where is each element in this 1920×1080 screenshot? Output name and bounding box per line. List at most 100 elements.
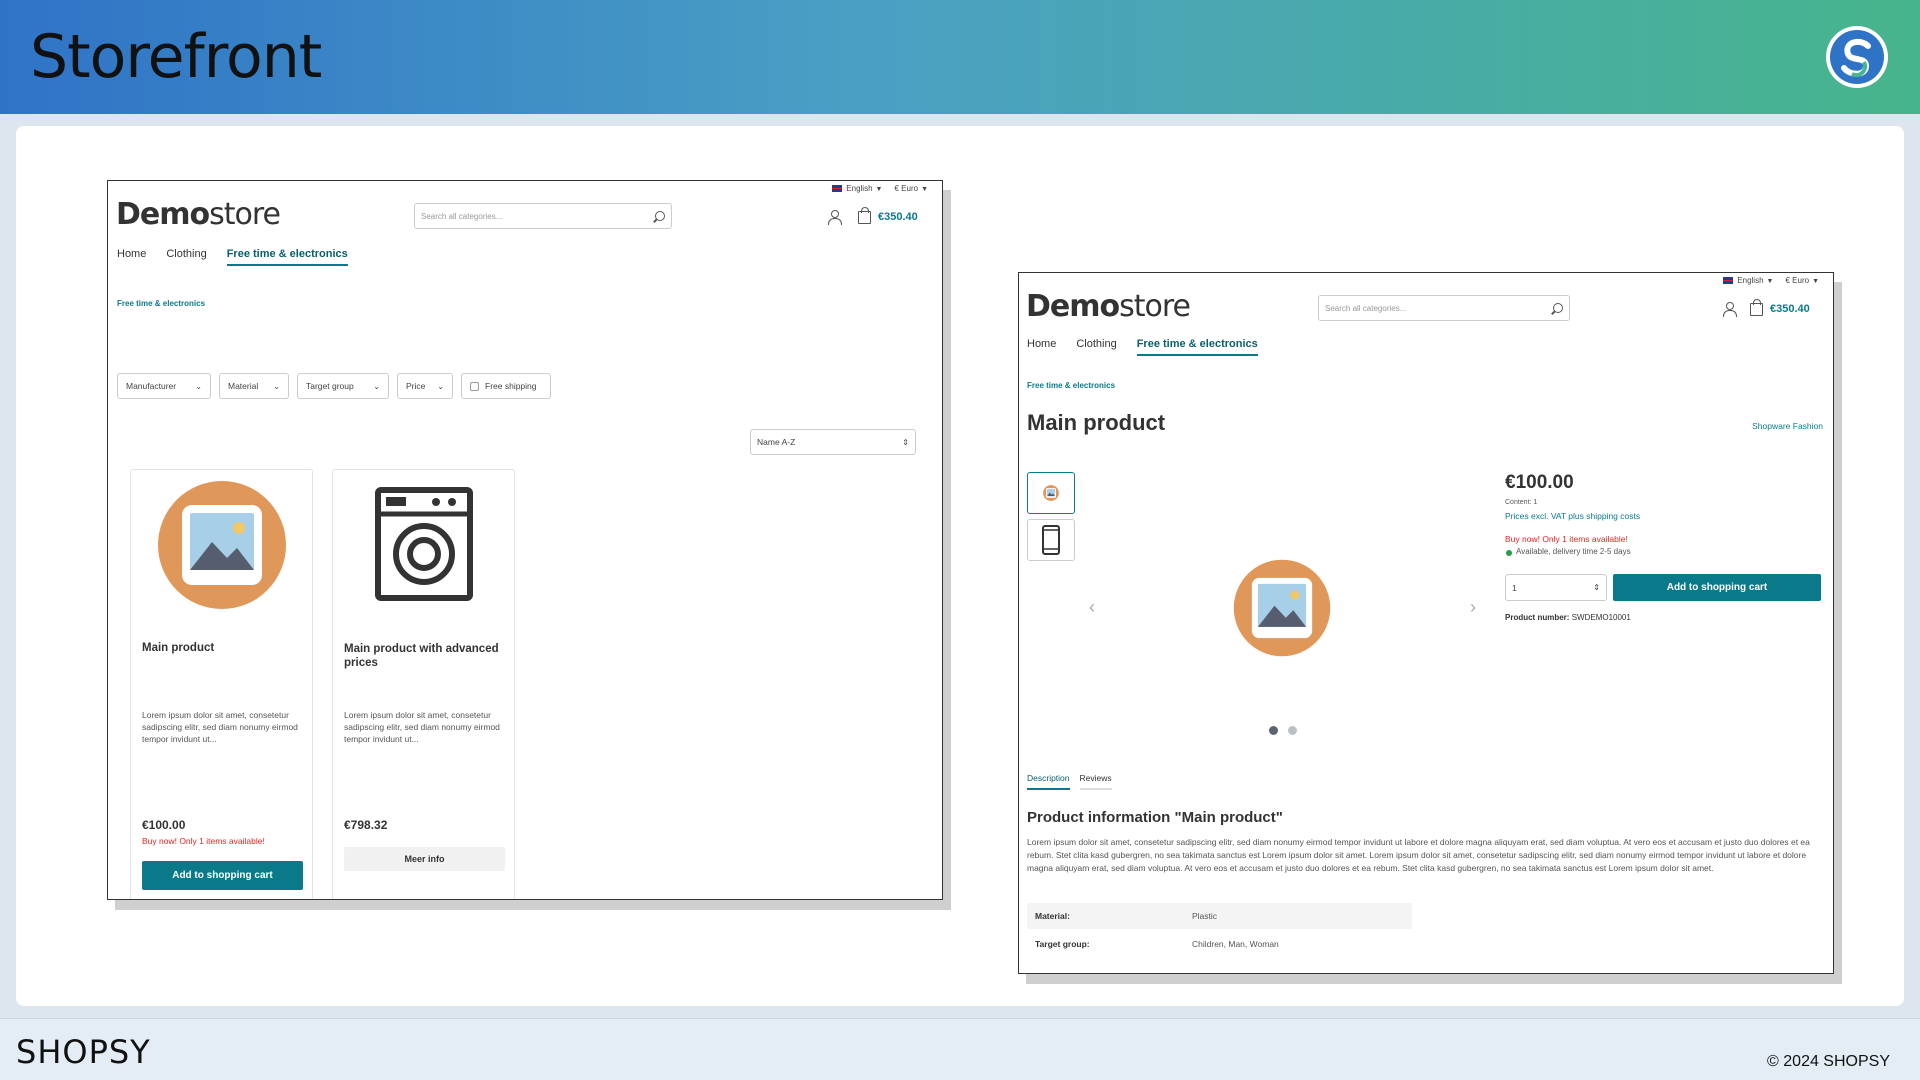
carousel-dot[interactable] <box>1288 726 1297 735</box>
cart-icon[interactable] <box>1750 299 1763 316</box>
language-select[interactable]: English ▼ <box>1723 276 1773 285</box>
free-shipping-checkbox[interactable] <box>470 381 479 391</box>
product-price: €798.32 <box>344 818 388 832</box>
product-description: Lorem ipsum dolor sit amet, consetetur s… <box>344 710 500 744</box>
gallery-thumb[interactable] <box>1027 519 1075 561</box>
more-info-button[interactable]: Meer info <box>344 847 505 871</box>
product-description: Lorem ipsum dolor sit amet, consetetur s… <box>142 710 298 744</box>
product-number-value: SWDEMO10001 <box>1571 613 1631 622</box>
sort-select[interactable]: Name A-Z ⇕ <box>750 429 916 455</box>
shopsy-logo-icon <box>1826 26 1888 88</box>
tab-description[interactable]: Description <box>1027 773 1070 790</box>
add-to-cart-button[interactable]: Add to shopping cart <box>1613 574 1821 601</box>
breadcrumb[interactable]: Free time & electronics <box>1027 381 1115 390</box>
brand-bold: Demo <box>116 197 210 232</box>
updown-icon: ⇕ <box>902 437 909 447</box>
detail-screenshot: English ▼ € Euro ▼ Demostore Search all ca… <box>1018 272 1834 974</box>
brand-bold: Demo <box>1026 289 1120 324</box>
filter-label: Material <box>228 381 259 391</box>
search-input[interactable]: Search all categories... <box>414 203 672 229</box>
product-card[interactable]: Main product Lorem ipsum dolor sit amet,… <box>130 469 313 899</box>
quantity-select[interactable]: 1 ⇕ <box>1505 574 1607 601</box>
image-placeholder-icon <box>158 481 286 609</box>
chevron-right-icon[interactable]: › <box>1470 597 1476 618</box>
chevron-down-icon: ⌄ <box>373 381 380 391</box>
filter-target-group[interactable]: Target group ⌄ <box>297 373 389 399</box>
currency-select[interactable]: € Euro ▼ <box>1785 276 1819 285</box>
cart-icon[interactable] <box>858 207 871 224</box>
product-info-description: Lorem ipsum dolor sit amet, consetetur s… <box>1027 837 1810 873</box>
filter-bar: Manufacturer ⌄ Material ⌄ Target group ⌄ Pr… <box>117 373 551 399</box>
store-logo[interactable]: Demostore <box>1026 289 1191 324</box>
chevron-down-icon: ⌄ <box>273 381 280 391</box>
account-icon[interactable] <box>828 210 842 225</box>
stock-warning: Buy now! Only 1 items available! <box>1505 534 1628 544</box>
filter-material[interactable]: Material ⌄ <box>219 373 289 399</box>
uk-flag-icon <box>832 184 843 192</box>
content-info: Content: 1 <box>1505 499 1538 506</box>
nav-free-time[interactable]: Free time & electronics <box>1136 338 1258 356</box>
chevron-down-icon: ▼ <box>875 185 883 193</box>
nav-clothing[interactable]: Clothing <box>1076 338 1116 356</box>
copyright: © 2024 SHOPSY <box>1767 1053 1890 1070</box>
product-title: Main product <box>1027 410 1166 435</box>
gallery-thumb[interactable] <box>1027 472 1075 514</box>
cart-total[interactable]: €350.40 <box>1770 303 1810 315</box>
updown-icon: ⇕ <box>1593 583 1600 592</box>
top-bar: English ▼ € Euro ▼ <box>832 181 928 195</box>
detail-tabs: Description Reviews <box>1027 773 1112 790</box>
search-icon[interactable] <box>655 211 665 221</box>
property-row: Target group: Children, Man, Woman <box>1027 931 1412 957</box>
filter-label: Manufacturer <box>126 381 177 391</box>
product-number-label: Product number: <box>1505 613 1570 622</box>
property-row: Material: Plastic <box>1027 903 1412 929</box>
carousel-dot-active[interactable] <box>1269 726 1278 735</box>
nav-free-time[interactable]: Free time & electronics <box>226 248 348 266</box>
currency-select[interactable]: € Euro ▼ <box>894 184 928 193</box>
filter-label: Free shipping <box>485 381 537 391</box>
product-info-title: Product information "Main product" <box>1027 809 1283 826</box>
delivery-info: Available, delivery time 2-5 days <box>1516 547 1631 556</box>
filter-price[interactable]: Price ⌄ <box>397 373 453 399</box>
chevron-down-icon: ▼ <box>921 185 928 193</box>
sort-label: Name A-Z <box>757 437 796 447</box>
filter-manufacturer[interactable]: Manufacturer ⌄ <box>117 373 211 399</box>
product-name[interactable]: Main product <box>142 642 302 654</box>
nav-home[interactable]: Home <box>1027 338 1056 356</box>
nav-clothing[interactable]: Clothing <box>166 248 206 266</box>
availability-dot-icon <box>1506 550 1512 556</box>
filter-free-shipping[interactable]: Free shipping <box>461 373 551 399</box>
language-select[interactable]: English ▼ <box>832 184 882 193</box>
search-icon[interactable] <box>1553 303 1563 313</box>
tab-reviews[interactable]: Reviews <box>1079 773 1112 790</box>
smartphone-icon <box>1042 525 1060 555</box>
breadcrumb[interactable]: Free time & electronics <box>117 299 205 308</box>
property-key: Material: <box>1035 911 1070 921</box>
product-price: €100.00 <box>1505 472 1574 493</box>
chevron-down-icon: ▼ <box>1812 277 1819 285</box>
language-label: English <box>846 183 873 193</box>
search-placeholder: Search all categories... <box>421 211 503 221</box>
header-banner: Storefront <box>0 0 1920 114</box>
currency-label: € Euro <box>1785 275 1810 285</box>
nav-home[interactable]: Home <box>117 248 146 266</box>
tax-note-link[interactable]: Prices excl. VAT plus shipping costs <box>1505 511 1640 521</box>
footer-brand: SHOPSY <box>16 1033 151 1071</box>
manufacturer-link[interactable]: Shopware Fashion <box>1752 421 1823 431</box>
account-icon[interactable] <box>1723 302 1737 317</box>
add-to-cart-button[interactable]: Add to shopping cart <box>142 861 303 890</box>
image-placeholder-icon <box>1233 559 1331 657</box>
product-card[interactable]: Main product with advanced prices Lorem … <box>332 469 515 899</box>
search-placeholder: Search all categories... <box>1325 303 1407 313</box>
property-value: Plastic <box>1192 911 1218 921</box>
top-bar: English ▼ € Euro ▼ <box>1723 273 1819 287</box>
footer: SHOPSY © 2024 SHOPSY <box>0 1018 1920 1080</box>
image-placeholder-icon <box>1043 485 1059 501</box>
search-input[interactable]: Search all categories... <box>1318 295 1570 321</box>
store-logo[interactable]: Demostore <box>116 197 281 232</box>
chevron-down-icon: ▼ <box>1766 277 1774 285</box>
main-nav: Home Clothing Free time & electronics <box>1027 338 1258 356</box>
cart-total[interactable]: €350.40 <box>878 211 918 223</box>
chevron-left-icon[interactable]: ‹ <box>1089 597 1095 618</box>
product-name[interactable]: Main product with advanced prices <box>344 642 509 670</box>
